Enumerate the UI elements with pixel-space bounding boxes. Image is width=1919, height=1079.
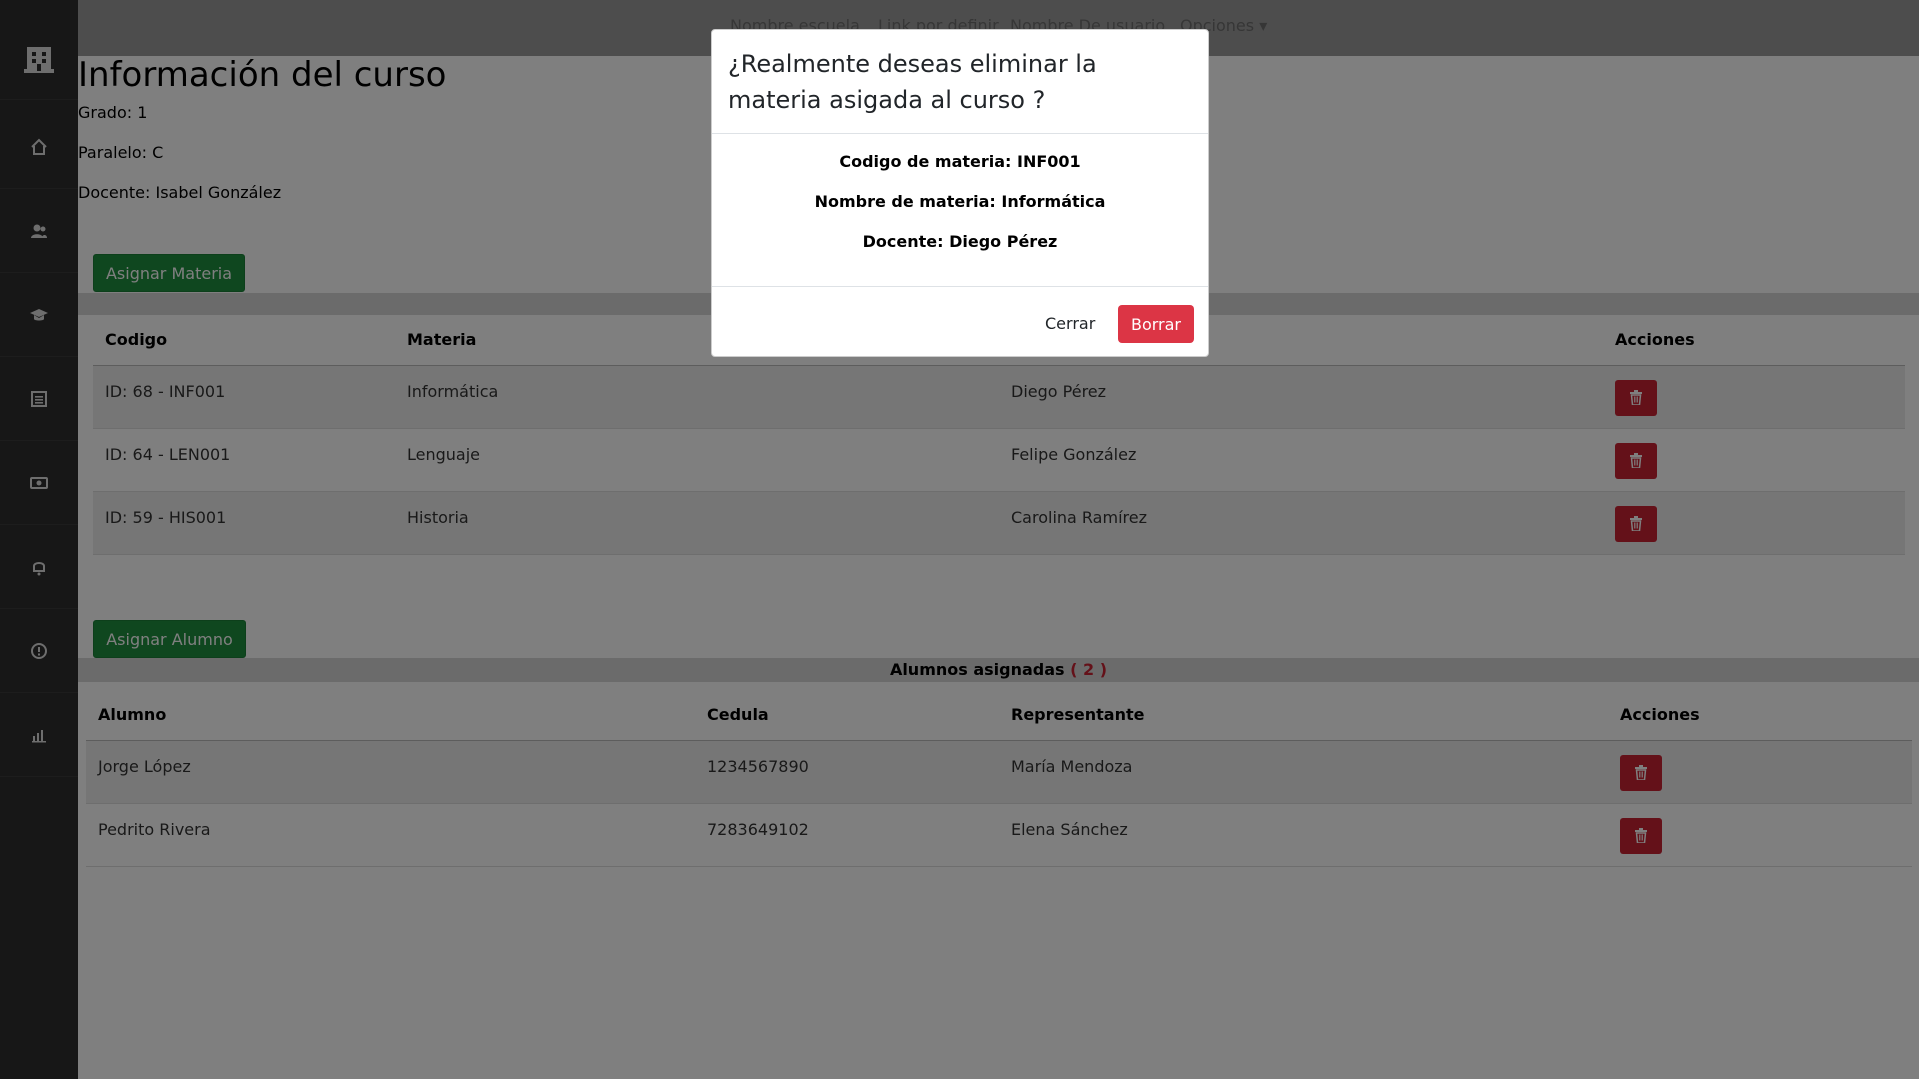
delete-confirmation-modal: ¿Realmente deseas eliminar la materia as… — [711, 29, 1209, 357]
modal-header: ¿Realmente deseas eliminar la materia as… — [712, 30, 1208, 134]
modal-subject-code: Codigo de materia: INF001 — [839, 152, 1081, 171]
modal-subject-name: Nombre de materia: Informática — [814, 192, 1106, 211]
modal-title: ¿Realmente deseas eliminar la materia as… — [728, 50, 1097, 114]
delete-button[interactable]: Borrar — [1118, 305, 1194, 343]
modal-body: Codigo de materia: INF001 Nombre de mate… — [712, 134, 1208, 287]
modal-subject-teacher: Docente: Diego Pérez — [862, 232, 1058, 251]
close-button[interactable]: Cerrar — [1035, 305, 1105, 341]
modal-footer: Cerrar Borrar — [712, 287, 1208, 357]
